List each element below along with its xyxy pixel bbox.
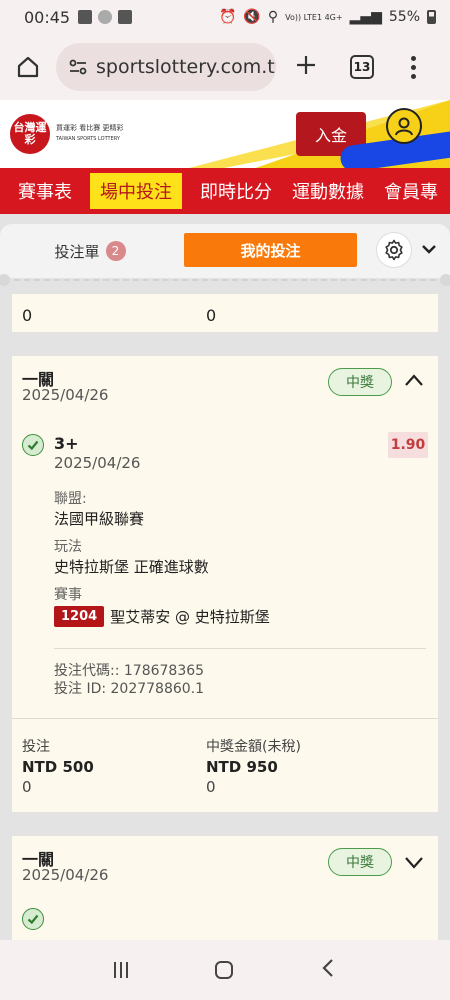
settings-button[interactable] — [376, 232, 412, 268]
recents-button[interactable] — [113, 962, 128, 978]
bet-list[interactable]: 0 0 一關 2025/04/26 中獎 3+ 2025/04/26 1.90 … — [0, 288, 450, 940]
bet-code: 投注代碼:: 178678365 — [54, 663, 205, 679]
gallery-icon — [78, 10, 93, 24]
chevron-down-icon — [422, 245, 436, 254]
site-header: 台灣運彩 買運彩 看比賽 更精彩 TAIWAN SPORTS LOTTERY 入… — [0, 100, 450, 168]
bet-card-previous: 0 0 — [12, 294, 438, 332]
my-bets-tab[interactable]: 我的投注 — [184, 233, 357, 267]
browser-toolbar: sportslottery.com.tw 13 — [0, 34, 450, 100]
plus-icon — [297, 55, 315, 74]
stake-amount: NTD 500 — [22, 758, 94, 776]
next-bet-date: 2025/04/26 — [22, 866, 109, 884]
next-win-status-badge: 中獎 — [328, 848, 392, 876]
site-settings-icon[interactable] — [68, 57, 88, 77]
logo-mark: 台灣運彩 — [10, 114, 50, 154]
battery-icon — [427, 10, 436, 24]
chevron-down-icon — [405, 857, 423, 869]
payout-secondary: 0 — [206, 778, 216, 796]
alarm-icon: ⏰ — [218, 9, 237, 25]
market-value: 史特拉斯堡 正確進球數 — [54, 558, 209, 576]
collapse-card-button[interactable] — [404, 372, 424, 391]
bet-card-next: 一關 2025/04/26 中獎 — [12, 836, 438, 940]
check-icon — [22, 434, 44, 456]
nav-live-betting[interactable]: 場中投注 — [90, 173, 182, 209]
logo-english: TAIWAN SPORTS LOTTERY — [56, 136, 120, 142]
check-icon — [22, 908, 44, 930]
mute-icon: 🔇 — [243, 9, 261, 25]
market-label: 玩法 — [54, 539, 82, 555]
betslip-panel-header: 投注單 2 我的投注 — [0, 224, 450, 278]
browser-menu-button[interactable] — [388, 55, 438, 79]
stake-secondary: 0 — [22, 778, 32, 796]
divider — [54, 648, 426, 649]
nav-live-scores[interactable]: 即時比分 — [190, 173, 282, 209]
stake-column: 投注 NTD 500 0 — [22, 736, 94, 796]
battery-percent: 55% — [388, 9, 420, 25]
url-text: sportslottery.com.tw — [96, 56, 276, 78]
nav-member[interactable]: 會員專 — [374, 173, 448, 209]
network-label: Vo)) LTE1 4G+ — [285, 12, 343, 22]
betslip-tab[interactable]: 投注單 2 — [0, 241, 180, 262]
betslip-tab-label: 投注單 — [54, 242, 100, 261]
status-right: ⏰ 🔇 ⚲ Vo)) LTE1 4G+ ▂▄▆ 55% — [219, 9, 436, 25]
league-label: 聯盟: — [54, 491, 87, 507]
chevron-up-icon — [405, 374, 423, 386]
status-time: 00:45 — [24, 7, 71, 27]
win-status-badge: 中獎 — [328, 368, 392, 396]
bet-codes: 投注代碼:: 178678365 投注 ID: 202778860.1 — [54, 662, 204, 698]
user-icon — [395, 117, 413, 136]
app-icon — [98, 10, 113, 24]
signal-icon: ▂▄▆ — [349, 9, 382, 25]
home-button[interactable] — [0, 55, 56, 79]
checkbox-icon — [118, 10, 133, 24]
location-icon: ⚲ — [267, 9, 279, 25]
user-account-button[interactable] — [386, 108, 422, 144]
nav-schedule[interactable]: 賽事表 — [0, 173, 82, 209]
bet-id: 投注 ID: 202778860.1 — [54, 681, 205, 697]
system-nav-bar — [0, 940, 450, 1000]
notification-icons — [78, 10, 133, 24]
selection-date: 2025/04/26 — [54, 454, 141, 472]
prev-payout-value: 0 — [206, 306, 217, 325]
odds-value: 1.90 — [388, 432, 428, 458]
prev-stake-value: 0 — [22, 306, 33, 325]
back-icon — [322, 959, 334, 977]
gear-icon — [385, 239, 403, 261]
league-value: 法國甲級聯賽 — [54, 510, 145, 528]
event-name: 聖艾蒂安 @ 史特拉斯堡 — [110, 608, 270, 626]
stake-label: 投注 — [22, 739, 50, 755]
home-icon — [17, 56, 39, 78]
expand-card-button[interactable] — [404, 854, 424, 873]
event-label: 賽事 — [54, 587, 82, 603]
back-button[interactable] — [320, 958, 336, 982]
system-home-button[interactable] — [214, 961, 233, 979]
main-nav: 賽事表 場中投注 即時比分 運動數據 會員專 — [0, 168, 450, 214]
payout-amount: NTD 950 — [206, 758, 278, 776]
url-bar[interactable]: sportslottery.com.tw — [56, 43, 276, 91]
payout-column: 中獎金額(未稅) NTD 950 0 — [206, 736, 301, 796]
site-logo[interactable]: 台灣運彩 買運彩 看比賽 更精彩 TAIWAN SPORTS LOTTERY — [10, 114, 123, 154]
event-row: 1204 聖艾蒂安 @ 史特拉斯堡 — [54, 606, 270, 627]
payout-label: 中獎金額(未稅) — [206, 739, 301, 755]
new-tab-button[interactable] — [276, 50, 336, 85]
selection-name: 3+ — [54, 434, 79, 453]
divider — [12, 718, 438, 719]
panel-separator — [0, 274, 450, 288]
logo-slogan: 買運彩 看比賽 更精彩 — [56, 124, 124, 132]
collapse-panel-button[interactable] — [420, 240, 438, 262]
nav-sports-data[interactable]: 運動數據 — [282, 173, 374, 209]
bet-card: 一關 2025/04/26 中獎 3+ 2025/04/26 1.90 聯盟: … — [12, 356, 438, 812]
bet-date: 2025/04/26 — [22, 386, 109, 404]
event-code-badge: 1204 — [54, 606, 105, 627]
status-bar: 00:45 ⏰ 🔇 ⚲ Vo)) LTE1 4G+ ▂▄▆ 55% — [0, 0, 450, 34]
tab-switcher-button[interactable]: 13 — [336, 55, 388, 79]
tab-count: 13 — [350, 55, 374, 79]
betslip-count-badge: 2 — [105, 241, 126, 261]
